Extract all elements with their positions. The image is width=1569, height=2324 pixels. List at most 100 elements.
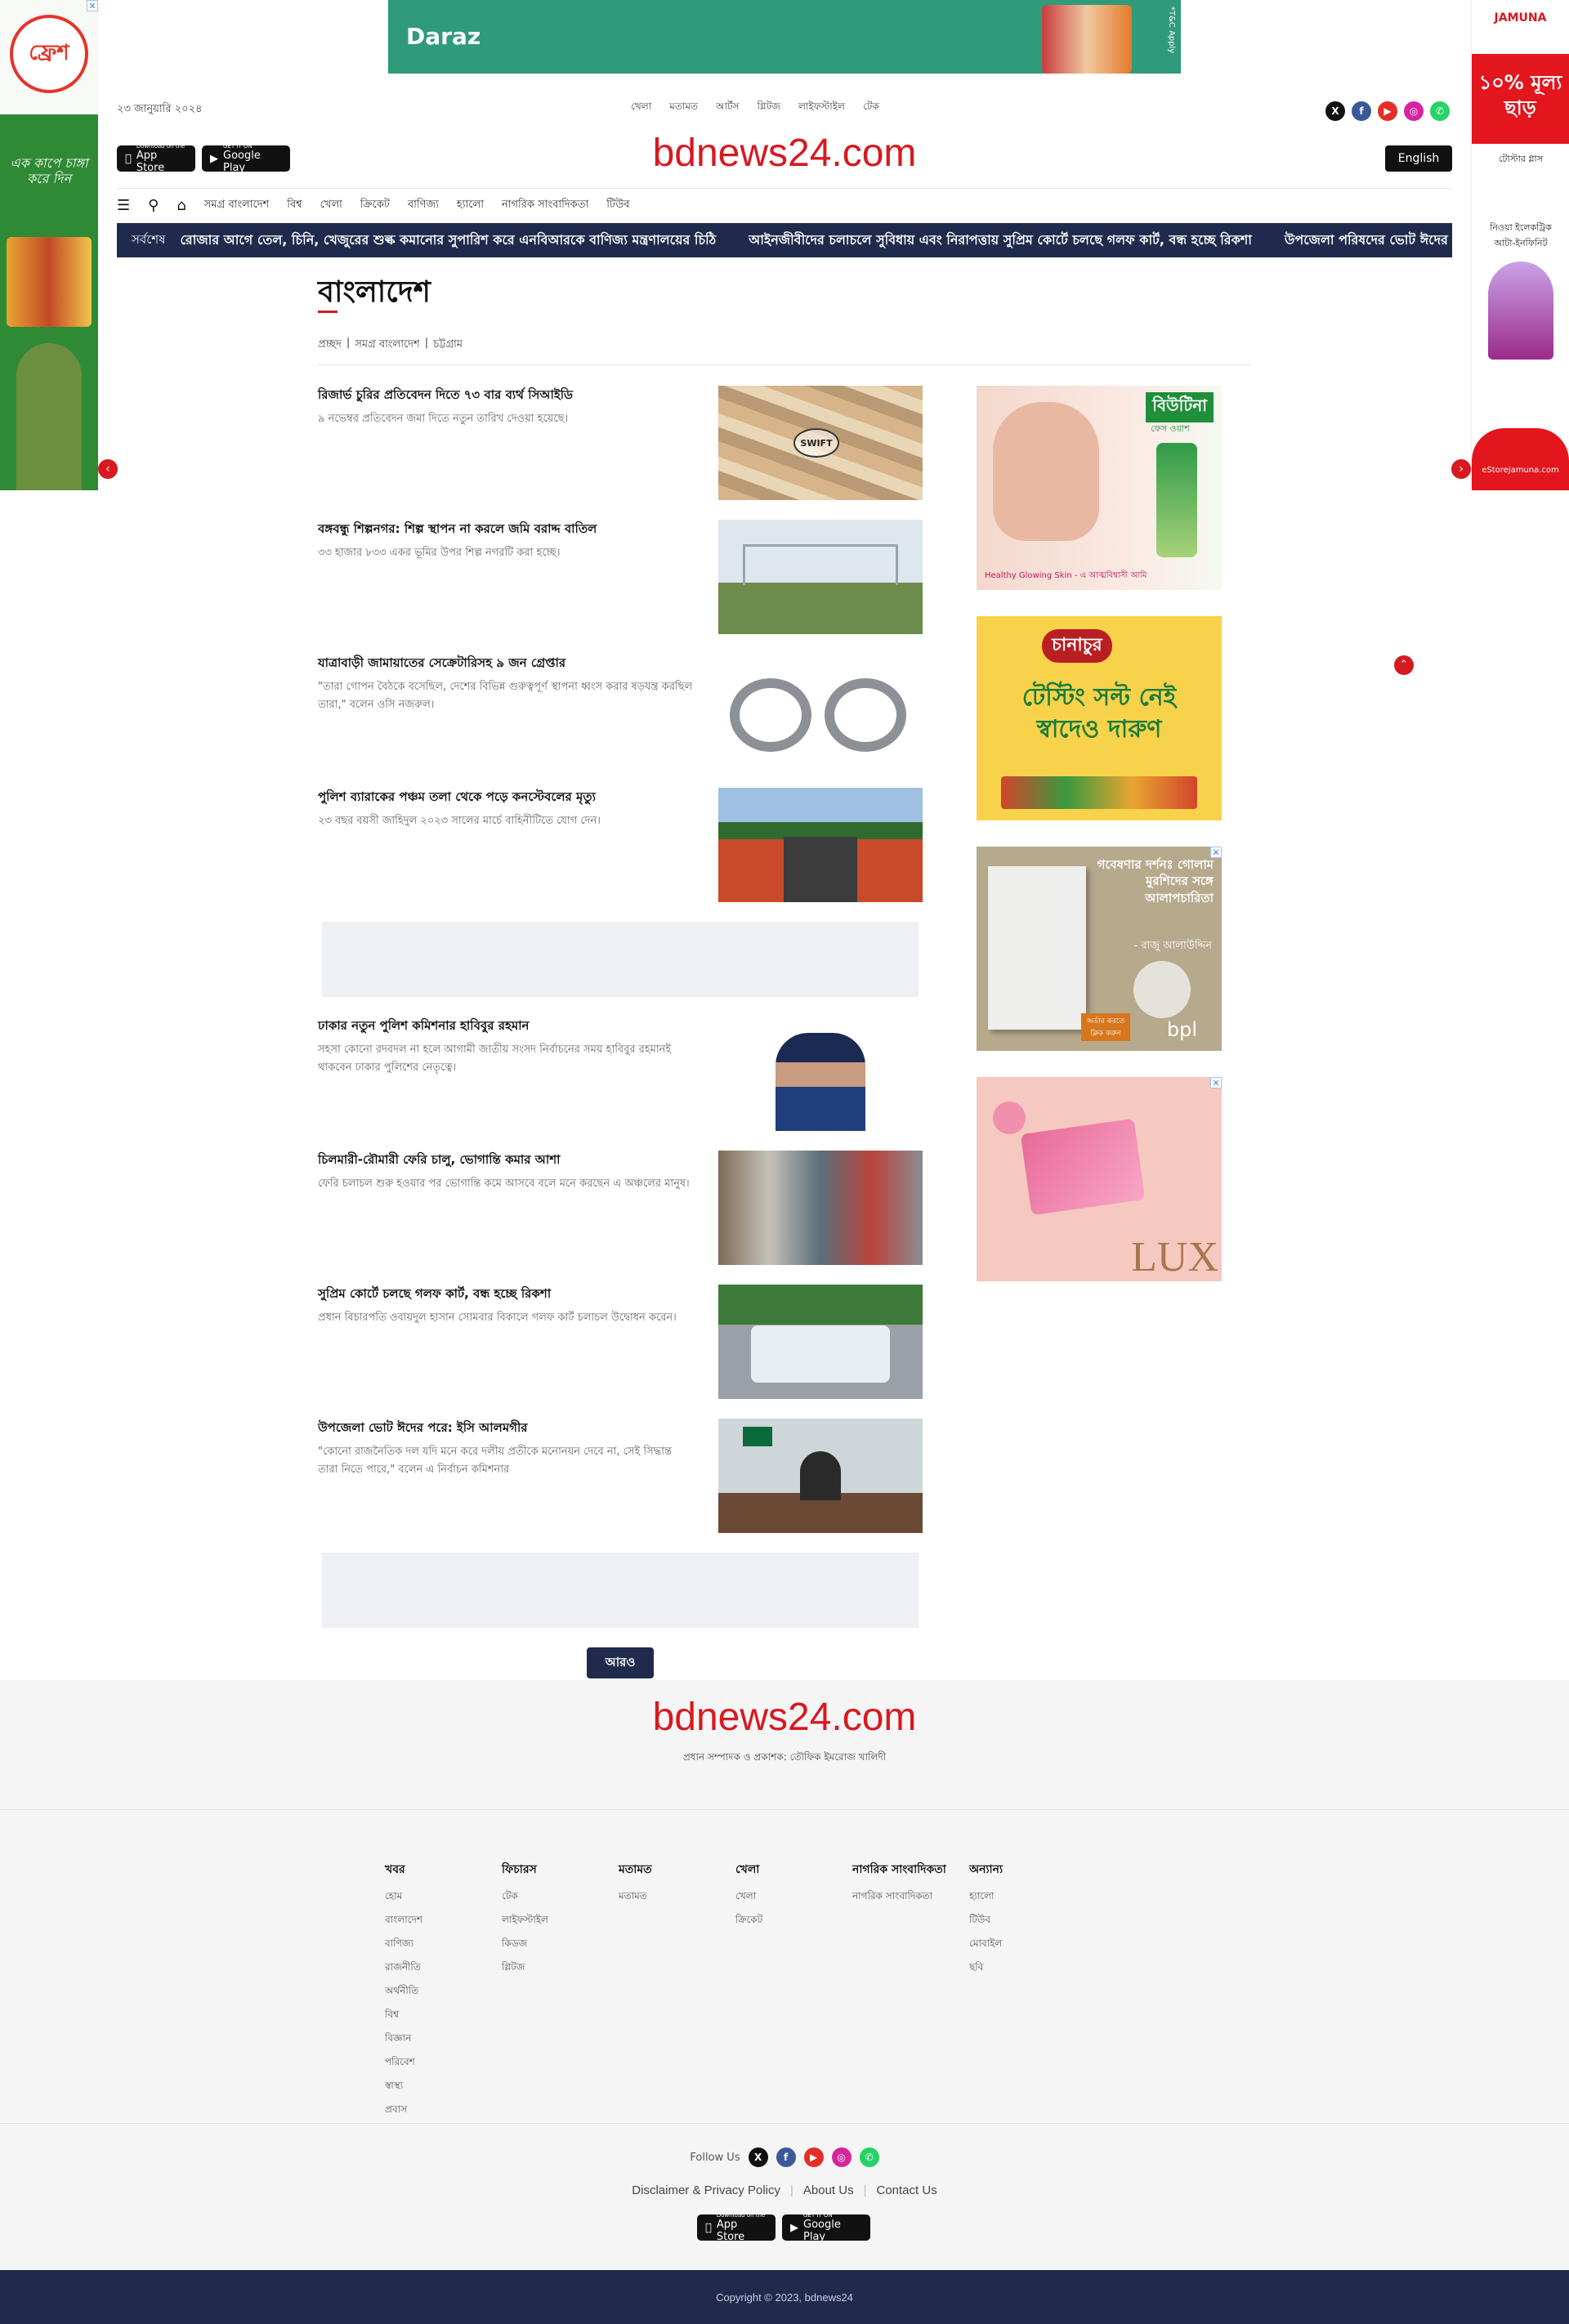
footer-link[interactable]: বাণিজ্য xyxy=(385,1937,413,1949)
sidebar-ad[interactable]: বিউটিনা ফেস ওয়াশ Healthy Glowing Skin -… xyxy=(977,386,1222,590)
right-skin-arrow-icon[interactable]: › xyxy=(1451,459,1471,479)
breadcrumb-item[interactable]: সমগ্র বাংলাদেশ xyxy=(355,337,419,354)
facebook-icon[interactable]: f xyxy=(776,2147,796,2167)
article-headline[interactable]: উপজেলা ভোট ঈদের পরে: ইসি আলমগীর xyxy=(318,1419,694,1439)
article-item[interactable]: পুলিশ ব্যারাকের পঞ্চম তলা থেকে পড়ে কনস্… xyxy=(318,788,923,902)
article-thumbnail[interactable] xyxy=(718,1285,923,1399)
footer-link[interactable]: হোম xyxy=(385,1890,402,1902)
app-store-badge[interactable]:  Download on theApp Store xyxy=(697,2212,776,2243)
article-item[interactable]: রিজার্ভ চুরির প্রতিবেদন দিতে ৭৩ বার ব্যর… xyxy=(318,386,923,500)
scroll-to-top-icon[interactable]: ⌃ xyxy=(1394,655,1414,675)
youtube-icon[interactable]: ▶ xyxy=(803,2147,824,2167)
footer-link[interactable]: বাংলাদেশ xyxy=(385,1914,422,1925)
ad-close-icon[interactable]: ✕ xyxy=(1210,1077,1222,1088)
article-thumbnail[interactable] xyxy=(718,1419,923,1533)
main-nav-item[interactable]: খেলা xyxy=(320,197,342,214)
x-icon[interactable]: X xyxy=(1325,101,1345,121)
whatsapp-icon[interactable]: ✆ xyxy=(859,2147,879,2167)
article-thumbnail[interactable] xyxy=(718,654,923,768)
breadcrumb-item[interactable]: চট্টগ্রাম xyxy=(433,337,463,354)
top-nav-item[interactable]: মতামত xyxy=(669,100,698,116)
main-nav-item[interactable]: বাণিজ্য xyxy=(408,197,439,214)
whatsapp-icon[interactable]: ✆ xyxy=(1430,101,1450,121)
menu-icon[interactable]: ☰ xyxy=(117,197,130,214)
footer-link[interactable]: খেলা xyxy=(735,1890,756,1902)
main-nav-item[interactable]: সমগ্র বাংলাদেশ xyxy=(204,197,269,214)
footer-link[interactable]: রাজনীতি xyxy=(385,1961,421,1973)
main-nav-item[interactable]: টিউব xyxy=(606,197,629,214)
footer-link[interactable]: ছবি xyxy=(969,1961,983,1973)
load-more-button[interactable]: আরও xyxy=(587,1647,654,1678)
article-item[interactable]: চিলমারী-রৌমারী ফেরি চালু, ভোগান্তি কমার … xyxy=(318,1151,923,1265)
article-headline[interactable]: যাত্রাবাড়ী জামায়াতের সেক্রেটারিসহ ৯ জন… xyxy=(318,654,694,674)
article-thumbnail[interactable]: SWIFT xyxy=(718,386,923,500)
ticker-item[interactable]: আইনজীবীদের চলাচলে সুবিধায় এবং নিরাপত্তা… xyxy=(749,230,1252,252)
instagram-icon[interactable]: ◎ xyxy=(831,2147,852,2167)
left-skin-ad[interactable]: ফ্রেশ এক কাপে চাঙ্গা করে দিন ✕ xyxy=(0,0,98,490)
footer-logo[interactable]: bdnews24.com xyxy=(0,1695,1569,1740)
footer-link[interactable]: হ্যালো xyxy=(969,1890,995,1902)
x-icon[interactable]: X xyxy=(748,2147,768,2167)
footer-link[interactable]: মতামত xyxy=(619,1890,647,1902)
top-nav-item[interactable]: টেক xyxy=(863,100,879,116)
article-item[interactable]: ঢাকার নতুন পুলিশ কমিশনার হাবিবুর রহমান স… xyxy=(318,1017,923,1131)
google-play-badge[interactable]: ▶ GET IT ON Google Play xyxy=(782,2212,870,2243)
main-nav-item[interactable]: নাগরিক সাংবাদিকতা xyxy=(502,197,588,214)
top-nav-item[interactable]: আর্টস xyxy=(716,100,739,116)
footer-link[interactable]: কিডজ xyxy=(502,1937,527,1949)
article-headline[interactable]: রিজার্ভ চুরির প্রতিবেদন দিতে ৭৩ বার ব্যর… xyxy=(318,386,694,406)
top-banner-ad[interactable]: Daraz *T&C Apply xyxy=(388,0,1181,74)
top-nav-item[interactable]: খেলা xyxy=(631,100,651,116)
about-link[interactable]: About Us xyxy=(803,2183,854,2197)
main-nav-item[interactable]: হ্যালো xyxy=(457,197,484,214)
top-nav-item[interactable]: গ্লিটজ xyxy=(757,100,780,116)
left-skin-arrow-icon[interactable]: ‹ xyxy=(98,459,118,479)
footer-link[interactable]: গ্লিটজ xyxy=(502,1961,525,1973)
language-button[interactable]: English xyxy=(1385,145,1452,172)
article-item[interactable]: সুপ্রিম কোর্টে চলছে গলফ কার্ট, বন্ধ হচ্ছ… xyxy=(318,1285,923,1399)
policy-link[interactable]: Disclaimer & Privacy Policy xyxy=(632,2183,780,2197)
contact-link[interactable]: Contact Us xyxy=(877,2183,937,2197)
footer-link[interactable]: প্রবাস xyxy=(385,2103,407,2115)
article-headline[interactable]: ঢাকার নতুন পুলিশ কমিশনার হাবিবুর রহমান xyxy=(318,1017,694,1037)
footer-link[interactable]: পরিবেশ xyxy=(385,2056,415,2067)
article-item[interactable]: বঙ্গবন্ধু শিল্পনগর: শিল্প স্থাপন না করলে… xyxy=(318,520,923,634)
footer-link[interactable]: টেক xyxy=(502,1890,518,1902)
article-headline[interactable]: পুলিশ ব্যারাকের পঞ্চম তলা থেকে পড়ে কনস্… xyxy=(318,788,694,808)
article-headline[interactable]: বঙ্গবন্ধু শিল্পনগর: শিল্প স্থাপন না করলে… xyxy=(318,520,694,540)
article-thumbnail[interactable] xyxy=(718,1151,923,1265)
main-nav-item[interactable]: বিশ্ব xyxy=(287,197,302,214)
article-thumbnail[interactable] xyxy=(718,788,923,902)
youtube-icon[interactable]: ▶ xyxy=(1378,101,1397,121)
home-icon[interactable]: ⌂ xyxy=(177,197,186,214)
footer-link[interactable]: বিজ্ঞান xyxy=(385,2032,411,2044)
footer-link[interactable]: মোবাইল xyxy=(969,1937,1002,1949)
footer-link[interactable]: স্বাস্থ্য xyxy=(385,2080,403,2091)
instagram-icon[interactable]: ◎ xyxy=(1404,101,1424,121)
footer-link[interactable]: লাইফস্টাইল xyxy=(502,1914,548,1925)
search-icon[interactable]: ⚲ xyxy=(148,197,159,214)
site-logo[interactable]: bdnews24.com xyxy=(0,131,1569,176)
footer-link[interactable]: নাগরিক সাংবাদিকতা xyxy=(852,1890,932,1902)
facebook-icon[interactable]: f xyxy=(1352,101,1371,121)
article-item[interactable]: উপজেলা ভোট ঈদের পরে: ইসি আলমগীর "কোনো রা… xyxy=(318,1419,923,1533)
article-headline[interactable]: সুপ্রিম কোর্টে চলছে গলফ কার্ট, বন্ধ হচ্ছ… xyxy=(318,1285,694,1305)
article-thumbnail[interactable] xyxy=(718,520,923,634)
footer-link[interactable]: ক্রিকেট xyxy=(735,1914,762,1925)
article-headline[interactable]: চিলমারী-রৌমারী ফেরি চালু, ভোগান্তি কমার … xyxy=(318,1151,694,1171)
breadcrumb-item[interactable]: প্রচ্ছদ xyxy=(318,337,342,354)
main-nav-item[interactable]: ক্রিকেট xyxy=(360,197,390,214)
article-thumbnail[interactable] xyxy=(718,1017,923,1131)
sidebar-ad[interactable]: ✕ LUX xyxy=(977,1077,1222,1281)
ticker-item[interactable]: উপজেলা পরিষদের ভোট ঈদের পরে: ইসি আলমগীর xyxy=(1285,230,1452,252)
footer-link[interactable]: টিউব xyxy=(969,1914,990,1925)
ad-close-icon[interactable]: ✕ xyxy=(87,0,98,11)
top-nav-item[interactable]: লাইফস্টাইল xyxy=(798,100,845,116)
right-skin-ad[interactable]: JAMUNA ১০% মূল্য ছাড় টোস্টার গ্লাস নিওয… xyxy=(1471,0,1569,490)
ticker-item[interactable]: রোজার আগে তেল, চিনি, খেজুরের শুল্ক কমানো… xyxy=(180,230,716,252)
sidebar-ad[interactable]: ✕ গবেষণার দর্শনঃ গোলাম মুরশিদের সঙ্গে আল… xyxy=(977,847,1222,1051)
footer-link[interactable]: অর্থনীতি xyxy=(385,1985,418,1996)
sidebar-ad[interactable]: চানাচুর টেস্টিং সল্ট নেই স্বাদেও দারুণ xyxy=(977,616,1222,820)
article-item[interactable]: যাত্রাবাড়ী জামায়াতের সেক্রেটারিসহ ৯ জন… xyxy=(318,654,923,768)
footer-link[interactable]: বিশ্ব xyxy=(385,2009,399,2020)
